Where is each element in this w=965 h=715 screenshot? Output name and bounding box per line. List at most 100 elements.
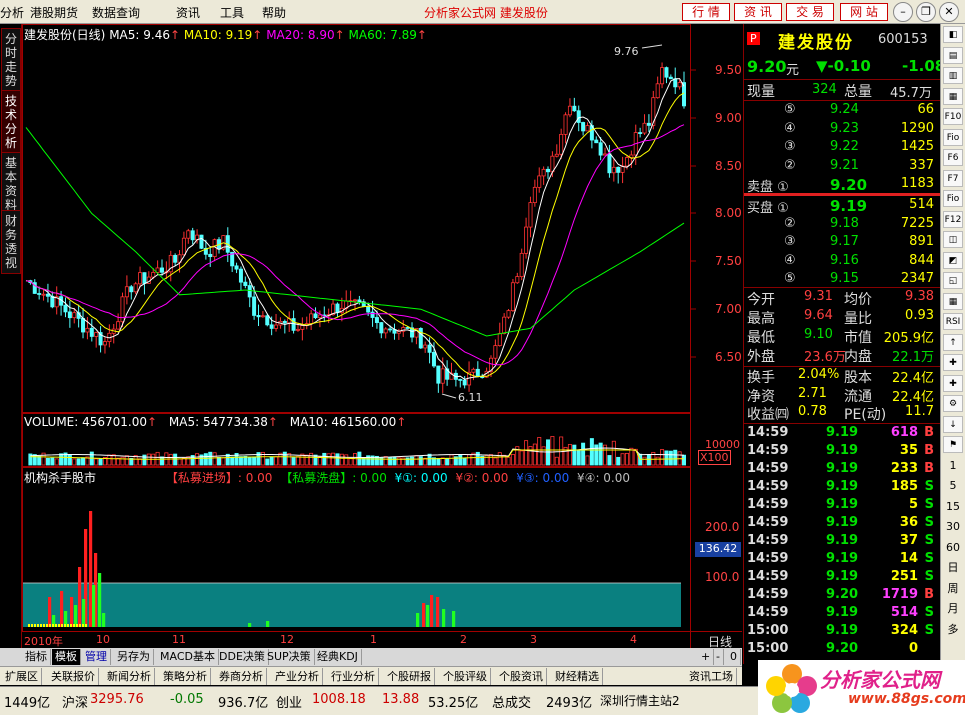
toolbar-icon[interactable]: 周 [943,580,963,597]
volume-bar [326,453,331,466]
toolbar-icon[interactable]: ▥ [943,67,963,84]
candle-body [133,283,138,293]
buy-volume: 891 [909,234,934,249]
ma5-line [25,78,685,380]
cat-industry-analysis[interactable]: 产业分析 [272,668,323,685]
volume-ma5: MA5: 547734.38 [168,415,268,429]
toolbar-icon[interactable]: RSI [943,313,963,330]
toolbar-icon[interactable]: ▦ [943,87,963,105]
candle-body [94,332,99,337]
volume-bar [559,436,564,466]
toolbar-icon[interactable]: F7 [943,169,963,187]
menu-help[interactable]: 帮助 [262,4,286,21]
toolbar-icon[interactable]: ✚ [943,354,963,371]
toolbar-icon[interactable]: ◫ [943,231,963,248]
tab-sup[interactable]: SUP决策 [264,649,315,665]
cat-stock-news[interactable]: 个股资讯 [496,668,547,685]
stock-code: 600153 [878,32,928,47]
status-total: 2493亿 [546,696,593,711]
high-label: 9.76 [614,45,639,58]
toolbar-icon[interactable]: Fio [943,128,963,146]
toolbar-icon[interactable]: ⚑ [943,436,963,453]
toolbar-icon[interactable]: F12 [943,210,963,228]
toolbar-icon[interactable]: ▤ [943,46,963,64]
stat-label: 今开 [747,292,775,308]
toolbar-icon[interactable]: 1 [943,457,963,474]
cat-news[interactable]: 新闻分析 [104,668,155,685]
tick-time: 14:59 [747,533,789,548]
indicator-green-bar [266,621,270,627]
candle-body [524,226,529,254]
candle-body [598,142,603,156]
toolbar-icon[interactable]: 5 [943,477,963,494]
menu-news[interactable]: 资讯 [176,4,200,21]
toolbar-icon[interactable]: ▦ [943,292,963,310]
tab-saveas[interactable]: 另存为 [114,649,154,665]
chart-area[interactable]: 建发股份(日线) MA5: 9.46↑ MA10: 9.19↑ MA20: 8.… [22,24,742,649]
cat-research[interactable]: 个股研报 [384,668,435,685]
zoom-in-icon[interactable]: + [698,649,715,665]
toolbar-icon[interactable]: ✚ [943,374,963,392]
stat-label: 均价 [844,292,872,308]
volume-bar [668,450,673,466]
toolbar-icon[interactable]: F10 [943,108,963,125]
tab-template[interactable]: 模板 [52,649,81,665]
menu-tools[interactable]: 工具 [220,4,244,21]
site-logo: 分析家公式网 www.88gs.com [758,660,965,715]
cat-extend[interactable]: 扩展区 [2,668,42,685]
toolbar-icon[interactable]: 月 [943,600,963,617]
tab-intraday[interactable]: 分时走势 [1,28,21,92]
cat-workshop[interactable]: 资讯工场 [686,668,737,685]
tab-manage[interactable]: 管理 [82,649,111,665]
toolbar-icon[interactable]: 日 [943,559,963,576]
status-cy-amount: 53.25亿 [428,696,479,711]
close-icon[interactable]: ✕ [939,2,959,22]
toolbar-icon[interactable]: ◱ [943,272,963,289]
toolbar-icon[interactable]: Fio [943,190,963,207]
toolbar-icon[interactable]: 30 [943,518,963,535]
tick-volume: 36 [899,515,918,530]
cat-related[interactable]: 关联报价 [48,668,99,685]
news-button[interactable]: 资 讯 [734,3,782,21]
volume-bar [506,456,511,466]
toolbar-icon[interactable]: 15 [943,498,963,515]
toolbar-icon[interactable]: ◧ [943,26,963,43]
toolbar-icon[interactable]: ⚙ [943,395,963,412]
toolbar-icon[interactable]: 多 [943,621,963,638]
volume-bar [388,456,393,466]
restore-icon[interactable]: ❐ [916,2,936,22]
toolbar-icon[interactable]: ◩ [943,251,963,269]
minimize-icon[interactable]: – [893,2,913,22]
tab-macd[interactable]: MACD基本 [157,649,219,665]
tab-indicator[interactable]: 指标 [22,649,51,665]
cat-finance[interactable]: 财经精选 [552,668,603,685]
toolbar-icon[interactable]: ↓ [943,415,963,433]
zoom-out-icon[interactable]: - [713,649,724,665]
menu-hk-futures[interactable]: 港股期货 [30,4,78,21]
tab-technical[interactable]: 技术分析 [1,90,21,154]
price-unit: 元 [786,63,800,78]
tab-financials[interactable]: 财务透视 [1,210,21,274]
zoom-zero-icon[interactable]: 0 [727,649,741,665]
toolbar-icon[interactable]: ↑ [943,333,963,351]
trade-button[interactable]: 交 易 [786,3,834,21]
menu-data-query[interactable]: 数据查询 [92,4,140,21]
x-axis-label: 11 [172,633,186,646]
tick-price: 9.19 [826,461,859,476]
toolbar-icon[interactable]: 60 [943,539,963,556]
cat-rating[interactable]: 个股评级 [440,668,491,685]
cat-sector[interactable]: 行业分析 [328,668,379,685]
cat-broker[interactable]: 券商分析 [216,668,267,685]
tab-dde[interactable]: DDE决策 [216,649,269,665]
indicator-small-bar [82,624,84,627]
website-button[interactable]: 网 站 [840,3,888,21]
sell-level: ③ [784,139,796,154]
menu-analysis[interactable]: 分析 [0,4,24,21]
quote-button[interactable]: 行 情 [682,3,730,21]
candle-body [546,168,551,173]
tab-fundamentals[interactable]: 基本资料 [1,152,21,216]
buy-volume: 7225 [900,215,934,231]
tab-kdj[interactable]: 经典KDJ [314,649,362,665]
cat-strategy[interactable]: 策略分析 [160,668,211,685]
toolbar-icon[interactable]: F6 [943,149,963,166]
